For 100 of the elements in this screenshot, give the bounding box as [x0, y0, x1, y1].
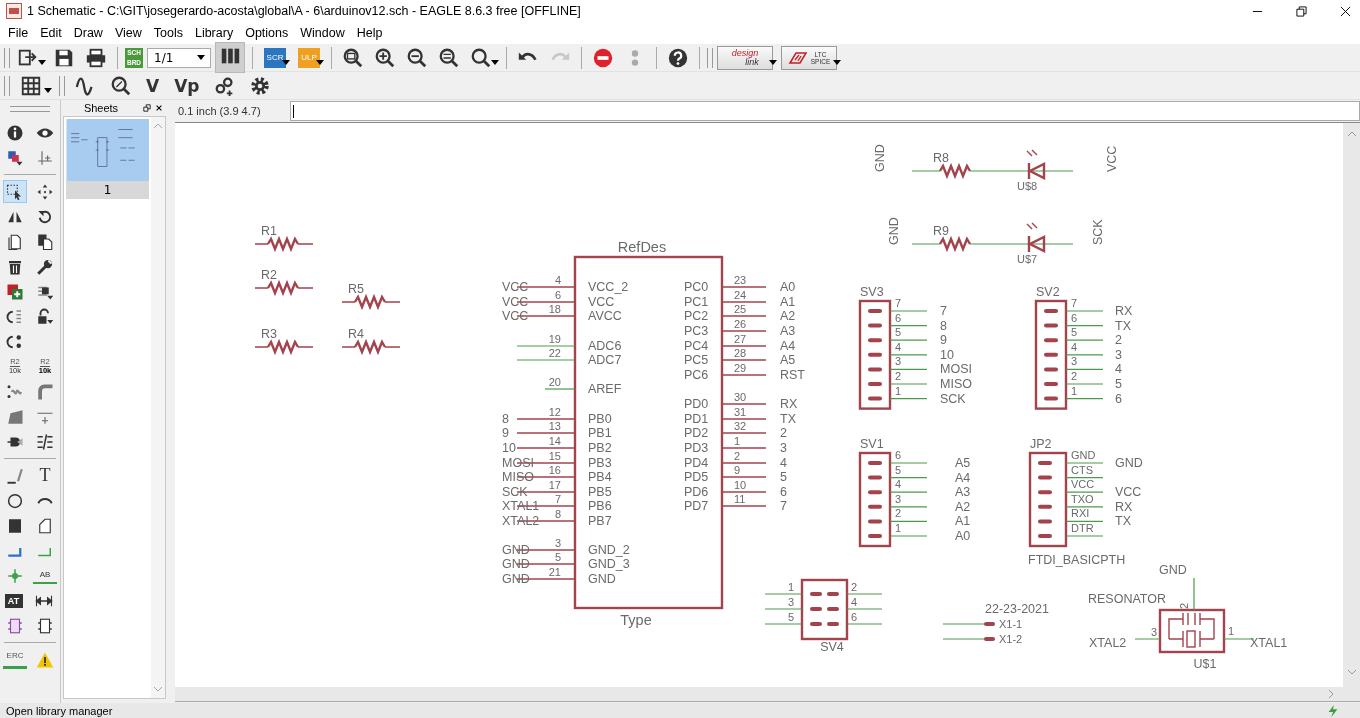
design-link-button[interactable]: design link	[717, 45, 773, 70]
pin-line	[889, 354, 928, 356]
sheet-item[interactable]: 1	[66, 119, 149, 199]
pin-name: GND	[588, 572, 616, 586]
menu-item[interactable]: Options	[239, 26, 295, 40]
pin-line	[889, 325, 928, 327]
pin-line	[1065, 368, 1104, 370]
line-icon[interactable]	[6, 466, 24, 485]
pin-label: X1-1	[999, 618, 1023, 630]
info-icon[interactable]	[6, 123, 24, 142]
pin-line	[1065, 506, 1104, 508]
module-icon[interactable]	[6, 616, 24, 635]
net-label: GND	[1115, 456, 1143, 470]
smash-icon[interactable]	[6, 382, 24, 401]
select-icon[interactable]	[6, 182, 24, 201]
net-label: TX	[1115, 318, 1131, 333]
net-label: 4	[780, 456, 787, 470]
label-tool-button[interactable]: AB	[33, 567, 57, 584]
menu-item[interactable]: Help	[350, 26, 389, 40]
caret-icon[interactable]	[769, 60, 777, 65]
layers-icon[interactable]	[6, 148, 24, 167]
menu-item[interactable]: Edit	[34, 26, 68, 40]
pin-name: PB2	[588, 441, 612, 455]
text-tool-button[interactable]: T	[33, 464, 57, 487]
pin-number: 1	[788, 581, 795, 593]
pin-line	[721, 403, 767, 405]
voltage-probe-button[interactable]: V	[142, 75, 164, 96]
pin-number: 20	[548, 376, 561, 388]
split-icon[interactable]	[6, 407, 24, 426]
menu-item[interactable]: Library	[188, 26, 240, 40]
caret-icon[interactable]	[38, 60, 46, 65]
net-label: 9	[502, 426, 509, 440]
part-label: U$8	[1017, 180, 1038, 192]
probe-icon[interactable]	[110, 74, 132, 97]
gear-icon[interactable]	[248, 74, 271, 97]
slash-lines-icon[interactable]	[36, 432, 54, 451]
schematic-canvas[interactable]	[175, 123, 1343, 687]
pin-line	[846, 593, 883, 595]
add-part-icon[interactable]	[6, 282, 24, 301]
caret-icon[interactable]	[44, 88, 52, 93]
module-instance-icon[interactable]	[36, 616, 54, 635]
zoom-fit-icon[interactable]	[342, 46, 364, 69]
pin-number: 5	[554, 551, 561, 563]
zoom-out-icon[interactable]	[406, 46, 428, 69]
script-button[interactable]: SCR	[264, 47, 286, 68]
erc-button[interactable]: ERC	[3, 650, 27, 669]
caret-icon[interactable]	[197, 55, 205, 60]
pin-pad	[1044, 338, 1058, 343]
miter-icon[interactable]	[36, 382, 54, 401]
move-icon[interactable]	[36, 182, 54, 201]
pin-line	[721, 315, 767, 317]
polygon-icon[interactable]	[36, 516, 54, 535]
zoom-select-icon[interactable]	[438, 46, 460, 69]
resistor-symbol	[341, 338, 401, 356]
caret-icon[interactable]	[282, 60, 290, 65]
rectangle-icon[interactable]	[6, 516, 24, 535]
close-icon[interactable]	[1340, 5, 1351, 17]
menu-item[interactable]: View	[108, 26, 148, 40]
pin-name: PD1	[684, 412, 709, 426]
swap-pin-icon[interactable]	[6, 332, 24, 351]
zoom-in-icon[interactable]	[374, 46, 396, 69]
junction-icon[interactable]	[6, 566, 24, 585]
caret-icon[interactable]	[833, 60, 841, 65]
pin-pad	[868, 519, 882, 524]
swap-gate-icon[interactable]	[6, 307, 24, 326]
net-label: SCK	[1091, 219, 1105, 245]
warning-icon[interactable]	[36, 650, 54, 669]
stop-icon[interactable]	[592, 46, 614, 69]
close-icon[interactable]	[155, 104, 163, 112]
voltage-phase-button[interactable]: Vp	[170, 75, 204, 96]
part-label: Type	[620, 612, 652, 628]
zoom-icon[interactable]	[470, 46, 492, 69]
mark-icon[interactable]	[36, 148, 54, 167]
circle-icon[interactable]	[6, 491, 24, 510]
caret-icon[interactable]	[316, 60, 324, 65]
sheet-select[interactable]: 1/1	[147, 47, 211, 68]
pin-line	[1065, 462, 1104, 464]
menu-item[interactable]: File	[2, 26, 35, 40]
horizontal-scrollbar[interactable]	[175, 687, 1360, 702]
lock-icon[interactable]	[36, 307, 54, 326]
print-icon[interactable]	[85, 46, 107, 69]
copy-icon[interactable]	[6, 232, 24, 251]
pin-line	[721, 447, 767, 449]
restore-icon[interactable]	[1296, 5, 1307, 17]
net-label: TX	[780, 412, 796, 426]
menu-item[interactable]: Tools	[147, 26, 189, 40]
paste-icon[interactable]	[36, 232, 54, 251]
pin-line	[889, 520, 928, 522]
float-icon[interactable]	[143, 104, 151, 112]
pin-name: PC5	[684, 353, 709, 367]
attribute-tool-button[interactable]: AT	[4, 593, 23, 608]
menu-item[interactable]: Window	[294, 26, 351, 40]
help-icon[interactable]	[667, 46, 689, 69]
wrench-icon[interactable]	[36, 257, 54, 276]
pin-line	[516, 520, 576, 522]
net-label: XTAL2	[1089, 636, 1127, 650]
command-field[interactable]	[290, 101, 1360, 121]
menu-item[interactable]: Draw	[67, 26, 109, 40]
grid-icon[interactable]	[20, 74, 42, 97]
caret-icon[interactable]	[491, 60, 499, 65]
